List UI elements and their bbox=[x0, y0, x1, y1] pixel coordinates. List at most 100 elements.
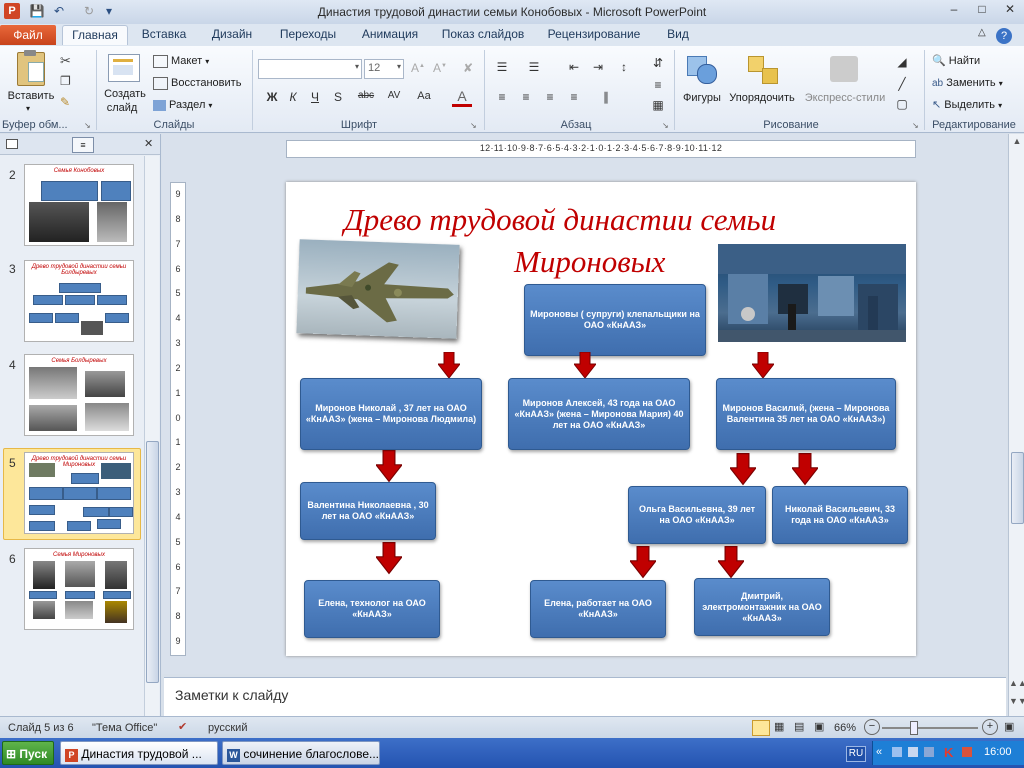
slide-thumbnail-3[interactable]: Древо трудовой династии семьи Болдыревых bbox=[24, 260, 134, 342]
scroll-thumb[interactable] bbox=[1011, 452, 1024, 524]
find-button[interactable]: 🔍 Найти bbox=[932, 53, 980, 69]
language-label[interactable]: русский bbox=[208, 722, 247, 734]
tab-insert[interactable]: Вставка bbox=[134, 25, 194, 44]
box-valentina[interactable]: Валентина Николаевна , 30 лет на ОАО «Кн… bbox=[300, 482, 436, 540]
grow-font-icon[interactable]: A▲ bbox=[408, 61, 428, 75]
slide-canvas[interactable]: Древо трудовой династии семьи Мироновых … bbox=[286, 182, 916, 656]
tab-file[interactable]: Файл bbox=[0, 25, 56, 45]
line-spacing-icon[interactable]: ↕ bbox=[614, 60, 634, 74]
dialog-launcher-icon[interactable]: ↘ bbox=[912, 121, 919, 130]
box-elena2[interactable]: Елена, работает на ОАО «КнААЗ» bbox=[530, 580, 666, 638]
editor-scrollbar[interactable]: ▲ ▲▲ ▼▼ bbox=[1008, 134, 1024, 716]
columns-icon[interactable]: ∥ bbox=[596, 90, 616, 104]
font-color-icon[interactable]: A bbox=[452, 88, 472, 107]
justify-icon[interactable]: ≡ bbox=[564, 90, 584, 104]
taskbar-powerpoint[interactable]: P Династия трудовой ... bbox=[60, 741, 218, 765]
tab-slideshow[interactable]: Показ слайдов bbox=[436, 25, 530, 44]
fit-to-window-icon[interactable]: ▣ bbox=[1004, 720, 1014, 733]
box-parents[interactable]: Мироновы ( супруги) клепальщики на ОАО «… bbox=[524, 284, 706, 356]
align-center-icon[interactable]: ≡ bbox=[516, 90, 536, 104]
reading-view-icon[interactable]: ▤ bbox=[794, 720, 804, 733]
scroll-thumb[interactable] bbox=[146, 441, 159, 683]
copy-icon[interactable]: ❐ bbox=[60, 74, 71, 88]
dialog-launcher-icon[interactable]: ↘ bbox=[84, 121, 91, 130]
tab-home[interactable]: Главная bbox=[62, 25, 128, 45]
cut-icon[interactable]: ✂ bbox=[60, 53, 71, 69]
tab-animation[interactable]: Анимация bbox=[354, 25, 426, 44]
notes-pane[interactable]: Заметки к слайду bbox=[164, 677, 1006, 716]
slide-title-line2[interactable]: Мироновых bbox=[514, 244, 665, 280]
factory-photo[interactable] bbox=[718, 244, 906, 342]
tab-transitions[interactable]: Переходы bbox=[270, 25, 346, 44]
dialog-launcher-icon[interactable]: ↘ bbox=[470, 121, 477, 130]
volume-icon[interactable] bbox=[908, 747, 918, 757]
minimize-ribbon-icon[interactable]: △ bbox=[978, 27, 986, 38]
close-panel-icon[interactable]: ✕ bbox=[144, 137, 153, 150]
tab-view[interactable]: Вид bbox=[656, 25, 700, 44]
zoom-out-icon[interactable]: − bbox=[864, 719, 880, 735]
dialog-launcher-icon[interactable]: ↘ bbox=[662, 121, 669, 130]
close-button[interactable]: ✕ bbox=[996, 0, 1024, 18]
tray-app-icon[interactable] bbox=[924, 747, 934, 757]
align-left-icon[interactable]: ≡ bbox=[492, 90, 512, 104]
help-icon[interactable]: ? bbox=[996, 28, 1012, 44]
language-indicator[interactable]: RU bbox=[846, 746, 866, 762]
layout-button[interactable]: Макет ▾ bbox=[153, 53, 209, 69]
underline-icon[interactable]: Ч bbox=[305, 90, 325, 104]
tab-review[interactable]: Рецензирование bbox=[542, 25, 646, 44]
taskbar-word[interactable]: W сочинение благослове... bbox=[222, 741, 380, 765]
box-vasiliy[interactable]: Миронов Василий, (жена – Миронова Валент… bbox=[716, 378, 896, 450]
zoom-in-icon[interactable]: + bbox=[982, 719, 998, 735]
slide-thumbnail-6[interactable]: Семья Мироновых bbox=[24, 548, 134, 630]
slide-sorter-icon[interactable]: ▦ bbox=[774, 720, 784, 733]
smartart-icon[interactable]: ▦ bbox=[648, 98, 668, 112]
clock[interactable]: 16:00 bbox=[984, 746, 1012, 758]
shape-fill-icon[interactable]: ◢ bbox=[892, 55, 912, 69]
maximize-button[interactable]: □ bbox=[968, 0, 996, 18]
box-nikolay-v[interactable]: Николай Васильевич, 33 года на ОАО «КнАА… bbox=[772, 486, 908, 544]
bullets-icon[interactable]: ☰ bbox=[492, 60, 512, 74]
slideshow-icon[interactable]: ▣ bbox=[814, 720, 824, 733]
change-case-icon[interactable]: Aa bbox=[414, 90, 434, 102]
arrange-button[interactable]: Упорядочить bbox=[726, 50, 798, 116]
shapes-button[interactable]: Фигуры bbox=[678, 50, 726, 116]
slide-title-line1[interactable]: Древо трудовой династии семьи bbox=[344, 202, 776, 238]
panel-scrollbar[interactable] bbox=[144, 156, 159, 716]
box-olga[interactable]: Ольга Васильевна, 39 лет на ОАО «КнААЗ» bbox=[628, 486, 766, 544]
box-elena1[interactable]: Елена, технолог на ОАО «КнААЗ» bbox=[304, 580, 440, 638]
font-size-combo[interactable]: 12 ▾ bbox=[364, 59, 404, 79]
text-direction-icon[interactable]: ⇵ bbox=[648, 56, 668, 70]
zoom-thumb[interactable] bbox=[910, 721, 918, 735]
spellcheck-icon[interactable]: ✔ bbox=[178, 720, 187, 733]
decrease-indent-icon[interactable]: ⇤ bbox=[564, 60, 584, 74]
clear-format-icon[interactable]: ✘ bbox=[458, 61, 478, 75]
network-icon[interactable] bbox=[892, 747, 902, 757]
box-aleksey[interactable]: Миронов Алексей, 43 года на ОАО «КнААЗ» … bbox=[508, 378, 690, 450]
scroll-up-icon[interactable]: ▲ bbox=[1009, 136, 1024, 146]
section-button[interactable]: Раздел ▾ bbox=[153, 97, 212, 113]
start-button[interactable]: ⊞ Пуск bbox=[2, 741, 54, 765]
slide-thumbnail-2[interactable]: Семья Конобовых bbox=[24, 164, 134, 246]
align-right-icon[interactable]: ≡ bbox=[540, 90, 560, 104]
shape-effects-icon[interactable]: ▢ bbox=[892, 97, 912, 111]
antivirus-icon[interactable]: K bbox=[944, 745, 953, 760]
paste-button[interactable]: Вставить ▾ bbox=[6, 50, 56, 116]
char-spacing-icon[interactable]: AV bbox=[384, 90, 404, 101]
replace-button[interactable]: ab Заменить ▾ bbox=[932, 75, 1003, 91]
align-text-icon[interactable]: ≡ bbox=[648, 78, 668, 92]
bold-icon[interactable]: Ж bbox=[262, 90, 282, 104]
italic-icon[interactable]: К bbox=[283, 90, 303, 104]
jet-photo[interactable] bbox=[296, 239, 460, 339]
notes-placeholder[interactable]: Заметки к слайду bbox=[175, 687, 288, 703]
slide-thumbnail-4[interactable]: Семья Болдыревых bbox=[24, 354, 134, 436]
normal-view-icon[interactable] bbox=[752, 720, 770, 736]
slides-view-icon[interactable] bbox=[6, 139, 18, 149]
slide-thumbnail-5[interactable]: Древо трудовой династии семьи Мироновых bbox=[24, 452, 134, 534]
box-nikolay[interactable]: Миронов Николай , 37 лет на ОАО «КнААЗ» … bbox=[300, 378, 482, 450]
prev-slide-icon[interactable]: ▲▲ bbox=[1009, 678, 1024, 688]
shrink-font-icon[interactable]: A▼ bbox=[430, 61, 450, 75]
shape-outline-icon[interactable]: ╱ bbox=[892, 77, 912, 91]
increase-indent-icon[interactable]: ⇥ bbox=[588, 60, 608, 74]
quick-styles-button[interactable]: Экспресс-стили bbox=[800, 50, 890, 116]
outline-view-icon[interactable]: ≡ bbox=[72, 137, 94, 153]
